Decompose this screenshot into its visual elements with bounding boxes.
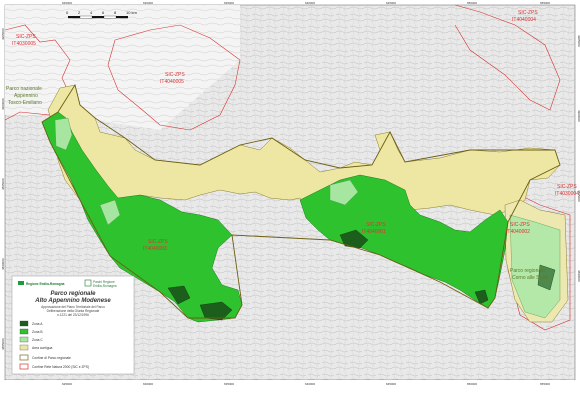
tick-bottom-1: 625000 <box>62 382 72 386</box>
legend-title-2: Alto Appennino Modenese <box>34 298 111 304</box>
site-label-it4040005-l1: SIC-ZPS <box>165 72 185 78</box>
site-label-it4030005-l2: IT4030005 <box>12 41 36 47</box>
tick-bottom-4: 640000 <box>305 382 315 386</box>
outside-map-area <box>5 380 575 410</box>
site-label-it4040004-l2: IT4040004 <box>512 17 536 23</box>
tick-left-5: 4885000 <box>1 338 5 350</box>
tick-top-2: 630000 <box>143 1 153 5</box>
tick-left-4: 4890000 <box>1 258 5 270</box>
legend-swatch-zona-b <box>19 328 29 335</box>
tick-bottom-2: 630000 <box>143 382 153 386</box>
park-label-appennino-l2: Appennino <box>14 93 38 99</box>
logo-parchi-mark <box>84 279 92 287</box>
tick-bottom-3: 635000 <box>224 382 234 386</box>
logo-parchi-text-2: Emilia-Romagna <box>93 284 117 288</box>
tick-top-4: 640000 <box>305 1 315 5</box>
tick-top-5: 645000 <box>386 1 396 5</box>
legend-swatch-zona-c <box>19 336 29 343</box>
site-label-it4040001-l1: SIC-ZPS <box>366 222 386 228</box>
legend-label-park-boundary: Confine di Parco regionale <box>32 356 71 360</box>
legend-label-natura-boundary: Confine Rete Natura 2000 (SIC e ZPS) <box>32 365 89 369</box>
park-zoning-map: 0 2 4 6 8 10 km 625000 630000 635000 640… <box>1 1 580 410</box>
legend-swatch-park-boundary <box>19 354 29 361</box>
site-label-it4040003-l2: IT4040003 <box>143 246 167 252</box>
tick-left-3: 4895000 <box>1 178 5 190</box>
site-label-it4040002-l2: IT4040002 <box>506 229 530 235</box>
legend-swatch-natura-boundary <box>19 363 29 370</box>
tick-bottom-5: 645000 <box>386 382 396 386</box>
site-label-it4030005-l1: SIC-ZPS <box>16 34 36 40</box>
tick-left-1: 4905000 <box>1 28 5 40</box>
site-label-it4040003-l1: SIC-ZPS <box>148 239 168 245</box>
logo-regione-text: Regione Emilia-Romagna <box>26 282 65 286</box>
tick-top-1: 625000 <box>62 1 72 5</box>
tick-bottom-6: 650000 <box>467 382 477 386</box>
tick-top-6: 650000 <box>467 1 477 5</box>
legend-title-1: Parco regionale <box>50 291 96 297</box>
park-label-corno-l1: Parco regionale <box>510 268 545 274</box>
legend-label-area-contigua: Area contigua <box>32 346 53 350</box>
legend-label-zona-b: Zona B <box>32 330 43 334</box>
legend-swatch-area-contigua <box>19 344 29 351</box>
site-label-it4030004-l2: IT4030004 <box>555 191 579 197</box>
legend-swatch-zona-a <box>19 320 29 327</box>
site-label-it4030004-l1: SIC-ZPS <box>557 184 577 190</box>
logo-regione-mark <box>18 281 24 285</box>
tick-bottom-7: 655000 <box>540 382 550 386</box>
site-label-it4040005-l2: IT4040005 <box>160 79 184 85</box>
tick-left-2: 4900000 <box>1 98 5 110</box>
park-label-appennino-l1: Parco nazionale <box>6 86 42 92</box>
legend-label-zona-c: Zona C <box>32 338 43 342</box>
park-label-appennino-l3: Tosco-Emiliano <box>8 100 42 106</box>
site-label-it4040002-l1: SIC-ZPS <box>510 222 530 228</box>
site-label-it4040004-l1: SIC-ZPS <box>518 10 538 16</box>
site-label-it4040001-l2: IT4040001 <box>362 229 386 235</box>
scale-label-10: 10 km <box>126 10 138 15</box>
tick-top-7: 655000 <box>540 1 550 5</box>
legend-label-zona-a: Zona A <box>32 322 43 326</box>
legend-subtitle-3: n.1221 del 23/12/1996 <box>57 313 89 317</box>
tick-top-3: 635000 <box>224 1 234 5</box>
legend: Regione Emilia-Romagna Parchi Regione Em… <box>11 275 135 375</box>
park-label-corno-l2: Corno alle Scale <box>512 275 549 281</box>
